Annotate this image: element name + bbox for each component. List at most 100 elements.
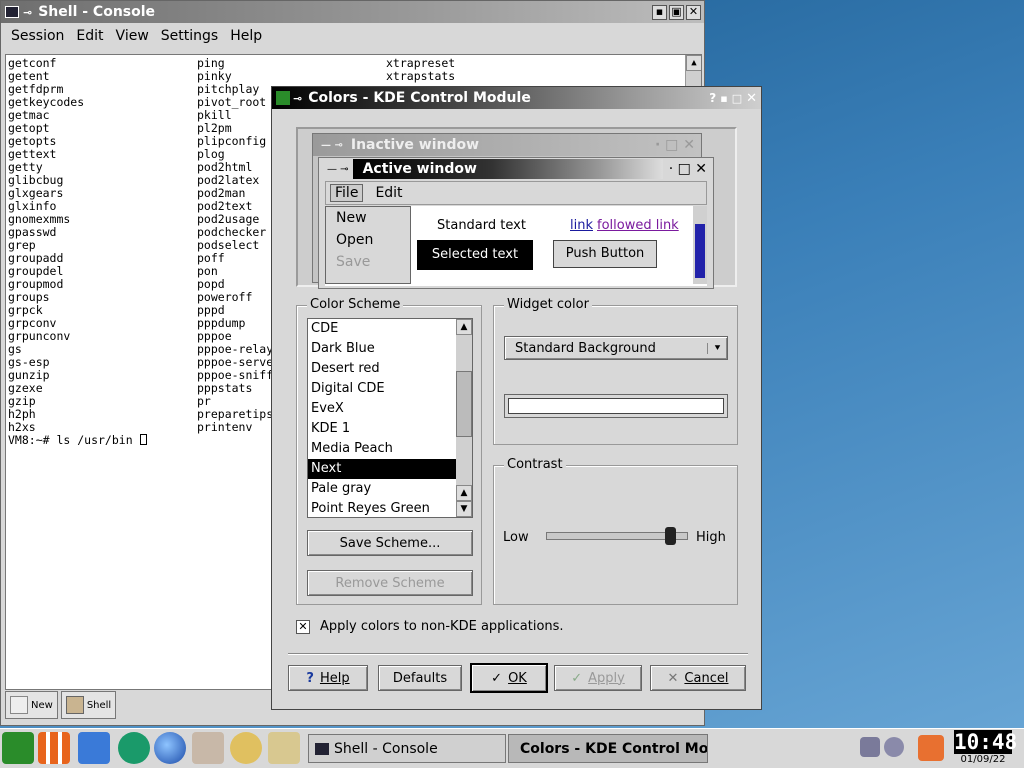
terminal-prompt: VM8:~# ls /usr/bin: [8, 434, 147, 447]
apply-non-kde-checkbox[interactable]: ✕ Apply colors to non-KDE applications.: [296, 619, 564, 634]
cancel-button[interactable]: ✕ Cancel: [650, 665, 746, 691]
scheme-list-item[interactable]: CDE: [308, 319, 456, 339]
terminal-icon: [315, 742, 329, 755]
color-scheme-list[interactable]: CDE Dark Blue Desert red Digital CDE EveX KDE…: [307, 318, 473, 518]
shell-session-tab[interactable]: Shell: [60, 691, 117, 719]
contrast-low-label: Low: [503, 530, 529, 545]
ok-button[interactable]: ✓ OK: [470, 663, 548, 693]
user-icon[interactable]: [884, 737, 904, 757]
defaults-button[interactable]: Defaults: [378, 665, 462, 691]
active-window-titlebar: Active window: [352, 159, 663, 179]
clock-time: 10:48: [954, 730, 1018, 754]
menu-help[interactable]: Help: [224, 28, 268, 44]
scroll-down-icon[interactable]: ▼: [456, 501, 472, 517]
scroll-up-icon[interactable]: ▲: [456, 485, 472, 501]
taskbar-shell-console[interactable]: Shell - Console: [308, 734, 506, 763]
preview-scrollbar: [693, 206, 707, 284]
help-icon: ?: [306, 670, 314, 686]
contrast-slider[interactable]: [546, 527, 688, 545]
help-button[interactable]: ? Help: [288, 665, 368, 691]
power-icon[interactable]: [918, 735, 944, 761]
scheme-list-item[interactable]: KDE 1: [308, 419, 456, 439]
new-session-button[interactable]: New: [5, 691, 58, 719]
close-icon[interactable]: ✕: [746, 91, 757, 106]
preview-push-button: Push Button: [553, 240, 657, 268]
minimize-icon[interactable]: ▪: [720, 92, 727, 105]
scheme-list-item[interactable]: Point Reyes Green: [308, 499, 456, 519]
scroll-up-icon[interactable]: ▲: [456, 319, 472, 335]
pin-icon[interactable]: ⊸: [293, 92, 302, 105]
menu-view[interactable]: View: [110, 28, 155, 44]
widget-color-swatch[interactable]: [504, 394, 728, 418]
inactive-window-title: Inactive window: [350, 137, 480, 153]
preview-standard-text: Standard text: [437, 218, 526, 233]
terminal-line: printenv: [197, 420, 253, 434]
menu-edit[interactable]: Edit: [70, 28, 109, 44]
pen-tool-icon[interactable]: [268, 732, 300, 764]
widget-color-label: Widget color: [504, 297, 592, 312]
minimize-icon[interactable]: ▪: [652, 4, 667, 20]
color-scheme-label: Color Scheme: [307, 297, 404, 312]
help-question-icon[interactable]: ?: [709, 91, 716, 105]
task1-label: Shell - Console: [334, 740, 438, 757]
scheme-list-item[interactable]: Desert red: [308, 359, 456, 379]
remove-scheme-button[interactable]: Remove Scheme: [307, 570, 473, 596]
save-scheme-button[interactable]: Save Scheme...: [307, 530, 473, 556]
new-session-icon: [10, 696, 28, 714]
active-window-buttons: · □ ✕: [668, 161, 707, 177]
pin-icon[interactable]: ⊸: [23, 6, 32, 19]
shell-tab-label: Shell: [86, 699, 112, 711]
close-icon[interactable]: ✕: [686, 4, 701, 20]
save-scheme-label: Save Scheme...: [339, 535, 441, 551]
lifebuoy-icon[interactable]: [38, 732, 70, 764]
widget-color-select[interactable]: Standard Background ⯆: [504, 336, 728, 360]
prompt-text: VM8:~# ls /usr/bin: [8, 433, 140, 447]
printer-icon[interactable]: [192, 732, 224, 764]
maximize-icon[interactable]: □: [732, 92, 742, 105]
cancel-x-icon: ✕: [667, 670, 679, 686]
contrast-high-label: High: [696, 530, 726, 545]
scheme-list-items: CDE Dark Blue Desert red Digital CDE EveX KDE…: [308, 319, 456, 516]
preview-selected-text: Selected text: [417, 240, 533, 270]
kde-menu-icon[interactable]: [2, 732, 34, 764]
apply-check-icon: ✓: [571, 670, 583, 686]
runner-icon[interactable]: [118, 732, 150, 764]
contrast-slider-handle[interactable]: [664, 527, 676, 545]
defaults-label: Defaults: [392, 670, 448, 686]
shell-titlebar[interactable]: ⊸ Shell - Console ▪ ▣ ✕: [1, 1, 704, 23]
apply-label: Apply: [588, 670, 625, 686]
chevron-down-icon: ⯆: [707, 342, 727, 354]
ok-label: OK: [508, 670, 527, 686]
preview-content: New Open Save Standard text Selected tex…: [325, 206, 707, 286]
color-preview[interactable]: — ⊸ Inactive window · □ ✕ — ⊸ Active win…: [296, 127, 737, 289]
menu-settings[interactable]: Settings: [155, 28, 224, 44]
preview-menu-open: Open: [336, 232, 374, 248]
terminal-icon: [5, 6, 19, 18]
scheme-list-item[interactable]: Dark Blue: [308, 339, 456, 359]
colors-kcm-window: ⊸ Colors - KDE Control Module ? ▪ □ ✕ — …: [271, 86, 762, 710]
preview-menu-edit: Edit: [375, 185, 403, 201]
scheme-list-scrollbar[interactable]: ▲ ▲ ▼: [456, 319, 472, 517]
scroll-thumb[interactable]: [456, 371, 472, 437]
preview-followed-link: followed link: [597, 218, 679, 233]
maximize-icon[interactable]: ▣: [669, 4, 684, 20]
scheme-list-item[interactable]: EveX: [308, 399, 456, 419]
apply-button[interactable]: ✓ Apply: [554, 665, 642, 691]
clock[interactable]: 10:48 01/09/22: [954, 730, 1018, 768]
new-session-label: New: [31, 699, 53, 711]
scheme-list-item[interactable]: Digital CDE: [308, 379, 456, 399]
speaker-icon[interactable]: [860, 737, 880, 757]
kcm-titlebar[interactable]: ⊸ Colors - KDE Control Module ? ▪ □ ✕: [272, 87, 761, 109]
scroll-up-icon[interactable]: ▲: [686, 55, 701, 71]
scheme-list-item[interactable]: Next: [308, 459, 456, 479]
menu-session[interactable]: Session: [1, 28, 70, 44]
dancing-figure-icon[interactable]: [230, 732, 262, 764]
checkbox-checked-icon[interactable]: ✕: [296, 619, 310, 634]
inactive-pin-icon: — ⊸: [321, 139, 343, 151]
scheme-list-item[interactable]: Pale gray: [308, 479, 456, 499]
globe-icon[interactable]: [154, 732, 186, 764]
preview-menu-file: File: [330, 184, 364, 202]
cube-icon[interactable]: [78, 732, 110, 764]
taskbar-colors-kcm[interactable]: Colors - KDE Control Mo: [508, 734, 708, 763]
scheme-list-item[interactable]: Media Peach: [308, 439, 456, 459]
